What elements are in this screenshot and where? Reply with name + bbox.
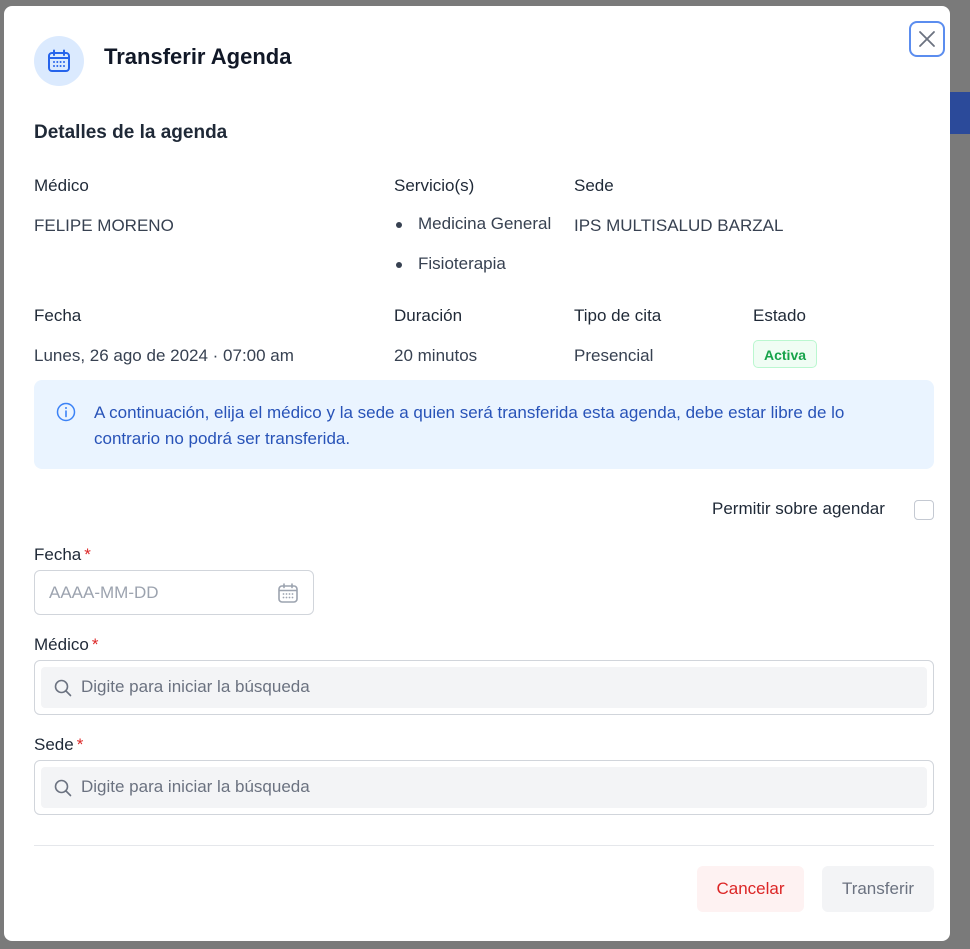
overbook-label: Permitir sobre agendar <box>712 499 885 518</box>
sede-search-placeholder: Digite para iniciar la búsqueda <box>81 777 310 796</box>
required-mark: * <box>91 635 99 654</box>
date-placeholder: AAAA-MM-DD <box>49 583 159 602</box>
background-blue-button <box>950 92 970 134</box>
duracion-label: Duración <box>394 306 463 325</box>
servicios-label: Servicio(s) <box>394 176 475 195</box>
tipo-cita-value: Presencial <box>574 346 654 365</box>
duracion-value: 20 minutos <box>394 346 478 365</box>
info-alert: A continuación, elija el médico y la sed… <box>34 380 934 469</box>
list-item: Medicina General <box>394 213 551 253</box>
calendar-icon[interactable] <box>277 582 299 604</box>
fecha-date-input[interactable]: AAAA-MM-DD <box>34 570 314 615</box>
medico-search-field[interactable]: Digite para iniciar la búsqueda <box>34 660 934 715</box>
sede-label: Sede <box>574 176 614 195</box>
medico-field-label-text: Médico <box>34 635 89 654</box>
estado-label: Estado <box>753 306 806 325</box>
sede-value: IPS MULTISALUD BARZAL <box>574 216 784 235</box>
required-mark: * <box>84 545 91 564</box>
sede-field-label: Sede * <box>34 735 83 755</box>
status-badge: Activa <box>753 340 818 368</box>
fecha-label: Fecha <box>34 306 82 325</box>
list-item: Fisioterapia <box>394 253 551 293</box>
tipo-cita-label: Tipo de cita <box>574 306 662 325</box>
fecha-field-label-text: Fecha <box>34 545 82 564</box>
info-icon <box>56 402 76 422</box>
sede-search-input[interactable]: Digite para iniciar la búsqueda <box>41 767 927 808</box>
medico-value: FELIPE MORENO <box>34 216 174 235</box>
fecha-value: Lunes, 26 ago de 2024 · 07:00 am <box>34 346 294 365</box>
search-icon <box>54 679 72 697</box>
sede-search-field[interactable]: Digite para iniciar la búsqueda <box>34 760 934 815</box>
sede-field-label-text: Sede <box>34 735 74 754</box>
close-icon <box>919 31 935 47</box>
footer-divider <box>34 845 934 846</box>
modal-title: Transferir Agenda <box>104 44 292 69</box>
close-button[interactable] <box>909 21 945 57</box>
overbook-checkbox[interactable] <box>914 500 934 520</box>
transfer-agenda-modal: Transferir Agenda Detalles de la agenda … <box>4 6 950 941</box>
search-icon <box>54 779 72 797</box>
cancel-button[interactable]: Cancelar <box>697 866 804 912</box>
details-section-title: Detalles de la agenda <box>34 122 228 143</box>
info-text: A continuación, elija el médico y la sed… <box>94 403 845 448</box>
required-mark: * <box>76 735 84 754</box>
transfer-button[interactable]: Transferir <box>822 866 934 912</box>
fecha-field-label: Fecha * <box>34 545 91 565</box>
calendar-icon <box>34 36 84 86</box>
medico-field-label: Médico * <box>34 635 98 655</box>
servicios-list: Medicina General Fisioterapia <box>394 213 551 293</box>
medico-label: Médico <box>34 176 89 195</box>
medico-search-placeholder: Digite para iniciar la búsqueda <box>81 677 310 696</box>
medico-search-input[interactable]: Digite para iniciar la búsqueda <box>41 667 927 708</box>
